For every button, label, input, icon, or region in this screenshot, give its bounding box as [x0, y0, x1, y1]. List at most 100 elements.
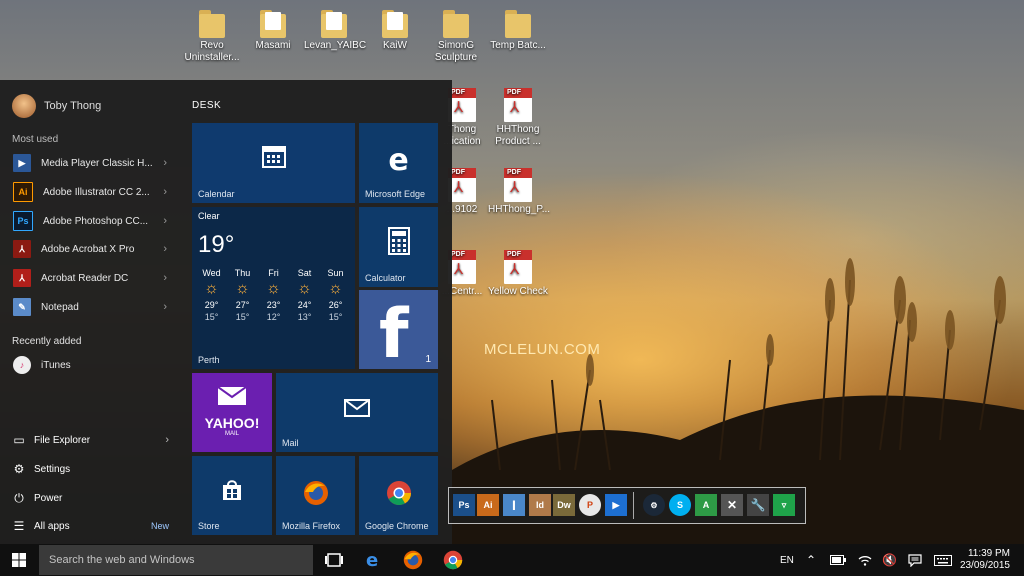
acrobat-icon: ⅄ [13, 240, 31, 258]
chevron-right-icon[interactable]: › [163, 243, 167, 255]
chevron-right-icon[interactable]: › [163, 157, 167, 169]
search-input[interactable] [47, 553, 306, 567]
app-list-item[interactable]: Ai Adobe Illustrator CC 2... › [13, 180, 173, 204]
app-label: Adobe Illustrator CC 2... [43, 186, 150, 198]
keyboard-icon[interactable] [934, 544, 952, 576]
calendar-icon [192, 143, 355, 174]
dock-android-icon[interactable]: A [695, 494, 717, 516]
desktop-icon-folder[interactable]: KaiW [365, 8, 425, 52]
weather-location: Perth [198, 355, 220, 365]
recently-added-header: Recently added [12, 336, 82, 347]
store-tile[interactable]: Store [192, 456, 272, 535]
battery-icon[interactable] [830, 544, 846, 576]
avatar [12, 94, 36, 118]
dock-illustrator-icon[interactable]: Ai [477, 494, 499, 516]
wifi-icon[interactable] [858, 544, 872, 576]
dock-photoshop-icon[interactable]: Ps [453, 494, 475, 516]
desktop-icon-label: Yellow Check [488, 286, 548, 297]
desktop-icon-pdf[interactable]: PDF ⅄ Yellow Check [488, 250, 548, 298]
facebook-tile[interactable]: f 1 [359, 290, 438, 369]
app-list-item[interactable]: Ps Adobe Photoshop CC... › [13, 209, 173, 233]
app-list-item[interactable]: ⅄ Adobe Acrobat X Pro › [13, 237, 173, 261]
chevron-right-icon[interactable]: › [163, 215, 167, 227]
power-button[interactable]: ⏻ Power [12, 487, 177, 509]
user-account[interactable]: Toby Thong [12, 94, 101, 118]
file-explorer-button[interactable]: ▭ File Explorer › [12, 429, 177, 451]
envelope-icon [192, 386, 272, 410]
chevron-right-icon[interactable]: › [163, 186, 167, 198]
task-view-icon[interactable] [324, 550, 344, 570]
app-list-item[interactable]: ▶ Media Player Classic H... › [13, 151, 173, 175]
volume-muted-icon[interactable]: 🔇 [882, 544, 897, 576]
firefox-taskbar-icon[interactable] [403, 550, 423, 570]
dock-indesign-icon[interactable]: I [503, 494, 525, 516]
search-box[interactable] [39, 545, 313, 575]
dock-trash-icon[interactable]: ▿ [773, 494, 795, 516]
folder-icon [382, 8, 408, 38]
chevron-right-icon[interactable]: › [163, 272, 167, 284]
desktop-icon-folder[interactable]: Revo Uninstaller... [182, 8, 242, 64]
start-button[interactable] [0, 544, 38, 576]
dock-dreamweaver-icon[interactable]: Dw [553, 494, 575, 516]
chrome-icon [359, 480, 438, 511]
edge-taskbar-icon[interactable]: e [363, 550, 383, 571]
desktop-icon-folder[interactable]: Levan_YAIBC [304, 8, 367, 52]
desktop-icon-label: SimonG Sculpture [434, 40, 478, 63]
clock[interactable]: 11:39 PM 23/09/2015 [960, 548, 1010, 572]
dock-tools-icon[interactable]: ✕ [721, 494, 743, 516]
yahoo-mail-tile[interactable]: YAHOO! MAIL [192, 373, 272, 452]
desktop-icon-label: HHThong_P... [488, 204, 551, 215]
mail-icon [276, 399, 438, 422]
desktop-icon-folder[interactable]: SimonG Sculpture [426, 8, 486, 64]
desktop-icon-pdf[interactable]: PDF ⅄ HHThong_P... [488, 168, 551, 216]
desktop-icon-label: Temp Batc... [490, 40, 546, 51]
calendar-tile[interactable]: Calendar [192, 123, 355, 203]
weather-tile[interactable]: Clear 19° Wed ☼ 29° 15° Thu ☼ 27° 15° Fri ☼ 23° 1… [192, 207, 355, 369]
weather-temperature: 19° [198, 231, 235, 258]
chrome-tile-label: Google Chrome [365, 521, 429, 531]
desktop-icon-label: Levan_YAIBC [304, 40, 367, 51]
edge-tile[interactable]: e Microsoft Edge [359, 123, 438, 203]
settings-button[interactable]: ⚙ Settings [12, 458, 177, 480]
all-apps-button[interactable]: ☰ All apps New [12, 515, 177, 537]
dock-steam-icon[interactable]: ⚙ [643, 494, 665, 516]
folder-icon [260, 8, 286, 38]
app-label: Media Player Classic H... [41, 157, 153, 169]
forecast-high: 24° [297, 300, 312, 310]
forecast-high: 23° [266, 300, 281, 310]
dock-app-icon[interactable]: P [579, 494, 601, 516]
new-badge: New [150, 521, 169, 531]
mail-tile-label: Mail [282, 438, 299, 448]
desktop-icon-label: KaiW [383, 40, 407, 51]
app-label: iTunes [41, 359, 71, 371]
firefox-tile-label: Mozilla Firefox [282, 521, 341, 531]
dock-skype-icon[interactable]: S [669, 494, 691, 516]
app-list-item[interactable]: ⅄ Acrobat Reader DC › [13, 266, 173, 290]
chevron-right-icon[interactable]: › [163, 301, 167, 313]
mail-tile[interactable]: Mail [276, 373, 438, 452]
chrome-tile[interactable]: Google Chrome [359, 456, 438, 535]
firefox-tile[interactable]: Mozilla Firefox [276, 456, 355, 535]
sun-icon: ☼ [328, 280, 343, 297]
media-player-icon: ▶ [13, 154, 31, 172]
desktop-icon-pdf[interactable]: PDF ⅄ HHThong Product ... [488, 88, 548, 148]
language-indicator[interactable]: EN [780, 544, 794, 576]
calculator-icon [359, 227, 438, 260]
desktop-icon-folder[interactable]: Temp Batc... [488, 8, 548, 52]
dock-wrench-icon[interactable]: 🔧 [747, 494, 769, 516]
tile-group-title[interactable]: DESK [192, 100, 221, 111]
desktop-icon-label: Revo Uninstaller... [184, 40, 240, 63]
app-list-item[interactable]: ♪ iTunes [13, 353, 173, 377]
calculator-tile[interactable]: Calculator [359, 207, 438, 287]
dock-play-icon[interactable]: ▶ [605, 494, 627, 516]
chevron-up-icon[interactable]: ⌃ [806, 544, 816, 576]
forecast-day: Sun ☼ 26° 15° [320, 267, 351, 323]
chrome-taskbar-icon[interactable] [443, 550, 463, 570]
app-list-item[interactable]: ✎ Notepad › [13, 295, 173, 319]
desktop-icon-folder[interactable]: Masami [243, 8, 303, 52]
pdf-icon: PDF ⅄ [504, 88, 532, 122]
dock-id-icon[interactable]: Id [529, 494, 551, 516]
action-center-icon[interactable] [908, 544, 922, 576]
chevron-right-icon[interactable]: › [165, 434, 169, 446]
forecast-low: 12° [266, 312, 281, 322]
